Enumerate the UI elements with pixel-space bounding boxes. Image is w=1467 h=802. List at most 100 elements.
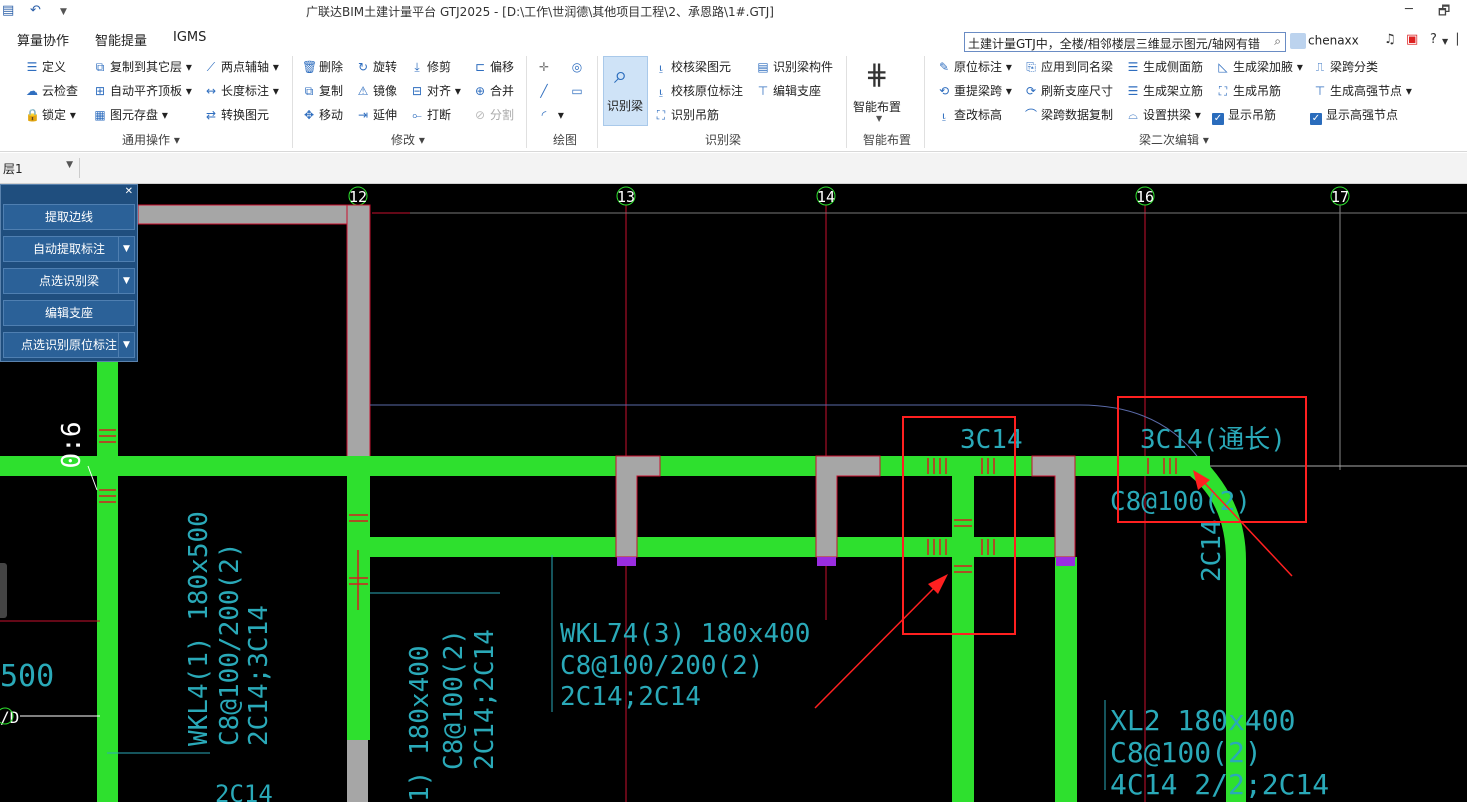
haunch-icon: ◺ [1218, 60, 1228, 74]
draw-point-button[interactable]: ✛ [537, 58, 554, 76]
generate-hanger-button[interactable]: ⛶ 生成吊筋 [1216, 82, 1281, 100]
recognize-beam-component-button[interactable]: ▤ 识别梁构件 [756, 58, 833, 76]
beam-vertical[interactable] [952, 476, 974, 802]
copy-floor-icon: ⧉ [95, 60, 105, 74]
refresh-icon: ⟳ [1025, 84, 1037, 98]
dimension-icon: ↔ [205, 84, 217, 98]
point-recognize-in-situ-button[interactable]: 点选识别原位标注 ▼ [3, 332, 135, 358]
axis-label: 14 [817, 188, 835, 206]
show-hanger-checkbox[interactable]: ✓ 显示吊筋 [1212, 106, 1276, 125]
chevron-down-icon[interactable]: ▼ [118, 237, 134, 261]
apply-same-beam-button[interactable]: ⎘ 应用到同名梁 [1024, 58, 1113, 76]
menu-smart-quantity[interactable]: 智能提量 [95, 30, 147, 49]
draw-rect-button[interactable]: ▭ [570, 82, 587, 100]
break-button[interactable]: ⟜ 打断 [410, 106, 451, 124]
support-marker [1056, 557, 1075, 566]
copy-button[interactable]: ⧉ 复制 [302, 82, 343, 100]
restore-icon[interactable]: 🗗 [1438, 2, 1450, 24]
side-collapse-tab[interactable] [0, 563, 7, 618]
auto-extract-label-button[interactable]: 自动提取标注 ▼ [3, 236, 135, 262]
edit-support-panel-button[interactable]: 编辑支座 [3, 300, 135, 326]
smart-layout-button[interactable]: ⋕ 智能布置 ▼ [853, 58, 909, 128]
beam-label: 2C14;2C14 [560, 682, 701, 712]
toolbox-icon[interactable]: ▣ [1406, 32, 1418, 47]
span-data-copy-button[interactable]: ⌒ 梁跨数据复制 [1024, 106, 1113, 124]
close-icon[interactable]: ✕ [125, 186, 133, 197]
check-in-situ-button[interactable]: ⍸ 校核原位标注 [654, 82, 743, 100]
extract-edge-button[interactable]: 提取边线 [3, 204, 135, 230]
beam-vertical[interactable] [97, 362, 118, 802]
re-span-button[interactable]: ⟲ 重提梁跨 ▾ [937, 82, 1012, 100]
more-icon[interactable]: ⎸ [1457, 32, 1467, 47]
quick-access-dropdown-icon[interactable]: ▼ [60, 7, 67, 17]
headset-icon[interactable]: ♫ [1384, 32, 1396, 47]
search-input[interactable]: 土建计量GTJ中，全楼/相邻楼层三维显示图元/轴网有错 ⌕ [964, 32, 1286, 52]
arch-icon: ⌓ [1128, 108, 1138, 122]
beam-vertical[interactable] [1055, 557, 1077, 802]
search-icon[interactable]: ⌕ [1274, 34, 1281, 49]
axis-icon: ⟋ [206, 60, 216, 74]
smart-layout-dropdown-icon: ▼ [876, 114, 883, 123]
ribbon-separator [526, 56, 527, 148]
merge-button[interactable]: ⊕ 合并 [473, 82, 514, 100]
minimize-icon[interactable]: ─ [1405, 2, 1413, 17]
save-element-button[interactable]: ▦ 图元存盘 ▾ [93, 106, 168, 124]
rotate-button[interactable]: ↻ 旋转 [356, 58, 397, 76]
auto-align-top-button[interactable]: ⊞ 自动平齐顶板 ▾ [93, 82, 192, 100]
define-button[interactable]: ☰ 定义 [25, 58, 66, 76]
draw-arc-button[interactable]: ◜ ▾ [537, 106, 564, 124]
undo-icon[interactable]: ↶ [30, 3, 41, 18]
draw-line-button[interactable]: ╱ [537, 82, 554, 100]
check-beam-button[interactable]: ⍸ 校核梁图元 [654, 58, 731, 76]
user-account[interactable]: chenaxx [1290, 33, 1359, 49]
cloud-check-button[interactable]: ☁ 云检查 [25, 82, 78, 100]
help-icon[interactable]: ? [1430, 32, 1437, 47]
app-logo-icon[interactable]: ▤ [2, 3, 14, 18]
delete-button[interactable]: 🗑 删除 [302, 58, 343, 76]
side-rebar-button[interactable]: ☰ 生成侧面筋 [1126, 58, 1203, 76]
axis-label: 17 [1331, 188, 1349, 206]
point-recognize-beam-button[interactable]: 点选识别梁 ▼ [3, 268, 135, 294]
check-elevation-button[interactable]: ⍸ 查改标高 [937, 106, 1002, 124]
refresh-support-button[interactable]: ⟳ 刷新支座尺寸 [1024, 82, 1113, 100]
beam-haunch-button[interactable]: ◺ 生成梁加腋 ▾ [1216, 58, 1302, 76]
trim-button[interactable]: ⤓ 修剪 [410, 58, 451, 76]
edit-support-button[interactable]: ⊤ 编辑支座 [756, 82, 821, 100]
column-element[interactable] [346, 204, 371, 476]
beam-horizontal-top[interactable] [0, 456, 1210, 476]
group-modify-label[interactable]: 修改 ▾ [391, 131, 425, 148]
chevron-down-icon[interactable]: ▼ [118, 333, 134, 357]
wall-element[interactable] [137, 204, 371, 225]
extend-button[interactable]: ⇥ 延伸 [356, 106, 397, 124]
mirror-button[interactable]: ⚠ 镜像 [356, 82, 397, 100]
span-classify-button[interactable]: ⎍ 梁跨分类 [1313, 58, 1378, 76]
chevron-down-icon[interactable]: ▼ [118, 269, 134, 293]
two-point-axis-button[interactable]: ⟋ 两点辅轴 ▾ [204, 58, 279, 76]
draw-circle-button[interactable]: ◎ [570, 58, 587, 76]
recognize-beam-button[interactable]: ⌕ 识别梁 [603, 56, 648, 126]
show-high-strength-checkbox[interactable]: ✓ 显示高强节点 [1310, 106, 1398, 125]
floor-selector[interactable]: 层1 ▼ [0, 158, 80, 178]
high-strength-node-button[interactable]: ⊤ 生成高强节点 ▾ [1313, 82, 1412, 100]
recognize-hanger-button[interactable]: ⛶ 识别吊筋 [654, 106, 719, 124]
menu-collab[interactable]: 算量协作 [17, 30, 69, 49]
column-element[interactable] [347, 740, 368, 802]
in-situ-mark-button[interactable]: ✎ 原位标注 ▾ [937, 58, 1012, 76]
help-dropdown-icon[interactable]: ▼ [1442, 37, 1448, 46]
copy-to-other-floor-button[interactable]: ⧉ 复制到其它层 ▾ [93, 58, 192, 76]
erection-rebar-button[interactable]: ☰ 生成架立筋 [1126, 82, 1203, 100]
menu-igms[interactable]: IGMS [173, 30, 206, 45]
group-beam-edit-label[interactable]: 梁二次编辑 ▾ [1139, 131, 1209, 148]
split-button[interactable]: ⊘ 分割 [473, 106, 514, 124]
point-icon: ✛ [538, 60, 550, 74]
convert-element-button[interactable]: ⇄ 转换图元 [204, 106, 269, 124]
group-general-label[interactable]: 通用操作 ▾ [122, 131, 180, 148]
drawing-canvas[interactable]: 12 13 14 16 17 0:6 500 /D WKL4(1) 180x50… [0, 184, 1467, 802]
align-button[interactable]: ⊟ 对齐 ▾ [410, 82, 461, 100]
move-button[interactable]: ✥ 移动 [302, 106, 343, 124]
length-dimension-button[interactable]: ↔ 长度标注 ▾ [204, 82, 279, 100]
offset-button[interactable]: ⊏ 偏移 [473, 58, 514, 76]
arch-beam-button[interactable]: ⌓ 设置拱梁 ▾ [1126, 106, 1201, 124]
lock-button[interactable]: 🔒 锁定 ▾ [25, 106, 76, 124]
cad-drawing[interactable]: 12 13 14 16 17 0:6 500 /D WKL4(1) 180x50… [0, 184, 1467, 802]
